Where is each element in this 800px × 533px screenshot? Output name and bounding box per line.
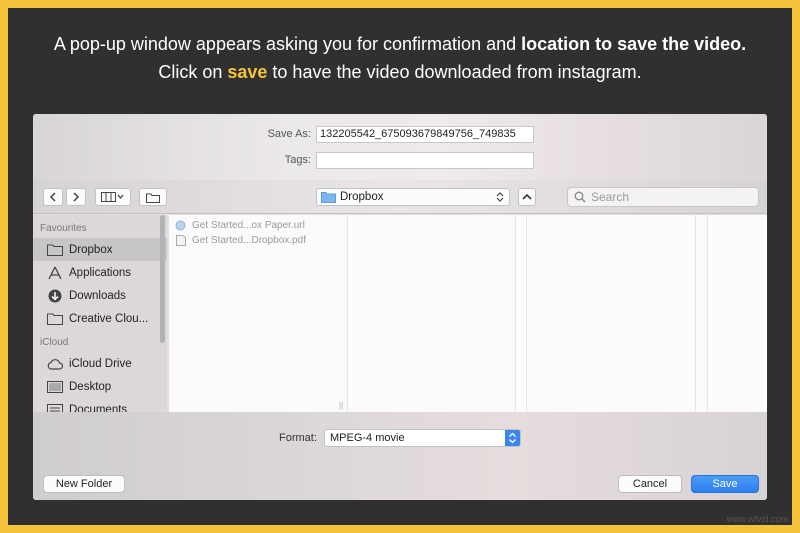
- dialog-toolbar: Dropbox Search: [33, 180, 767, 214]
- sidebar-item-label: iCloud Drive: [69, 357, 132, 370]
- sidebar-section-icloud: iCloud: [40, 337, 69, 348]
- location-select[interactable]: Dropbox: [316, 188, 510, 206]
- caption-highlight-save: save: [227, 62, 268, 82]
- tags-input[interactable]: [316, 152, 534, 169]
- column-divider: [515, 215, 516, 412]
- search-field[interactable]: Search: [567, 187, 759, 207]
- updown-arrows-icon: [509, 432, 516, 444]
- column-divider: [526, 215, 527, 412]
- downloads-icon: [47, 289, 63, 303]
- save-as-input[interactable]: 132205542_675093679849756_749835: [316, 126, 534, 143]
- folder-plus-icon: [146, 193, 160, 203]
- save-as-area: Save As: 132205542_675093679849756_74983…: [33, 114, 767, 180]
- file-item[interactable]: Get Started...Dropbox.pdf: [175, 235, 306, 246]
- sidebar-item-label: Applications: [69, 266, 132, 279]
- collapse-button[interactable]: [518, 188, 536, 206]
- caption-text: Click on: [158, 62, 228, 82]
- cloud-icon: [47, 357, 63, 371]
- search-placeholder: Search: [591, 190, 630, 204]
- file-name: Get Started...Dropbox.pdf: [192, 235, 306, 246]
- format-label: Format:: [279, 432, 317, 444]
- back-button[interactable]: [43, 188, 63, 206]
- sidebar-item-label: Creative Clou...: [69, 312, 149, 325]
- column-divider: [347, 215, 348, 412]
- sidebar-section-favourites: Favourites: [40, 223, 87, 234]
- caption-line-1: A pop-up window appears asking you for c…: [0, 30, 800, 58]
- search-icon: [574, 191, 586, 203]
- caption-line-2: Click on save to have the video download…: [0, 58, 800, 86]
- sidebar-item-label: Documents: [69, 403, 128, 413]
- updown-arrows-icon: [496, 192, 504, 202]
- sidebar-item-label: Dropbox: [69, 243, 113, 256]
- format-select[interactable]: MPEG-4 movie: [324, 429, 521, 447]
- sidebar-item-dropbox[interactable]: Dropbox: [33, 238, 167, 261]
- watermark: www.wfvid.com: [726, 514, 788, 524]
- sidebar-item-icloud-drive[interactable]: iCloud Drive: [33, 352, 167, 375]
- column-divider: [707, 215, 708, 412]
- documents-icon: [47, 403, 63, 412]
- columns-view-icon: [101, 192, 124, 202]
- file-item[interactable]: Get Started...ox Paper.url: [175, 220, 305, 231]
- dialog-footer: Format: MPEG-4 movie New Folder Cancel S…: [33, 412, 767, 500]
- desktop-icon: [47, 380, 63, 394]
- caption-text: A pop-up window appears asking you for c…: [53, 34, 522, 54]
- folder-icon: [47, 243, 63, 257]
- chevron-left-icon: [49, 192, 56, 202]
- location-select-value: Dropbox: [340, 191, 384, 203]
- sidebar-item-documents[interactable]: Documents: [33, 398, 167, 412]
- folder-icon: [321, 192, 336, 203]
- tags-label: Tags:: [284, 154, 311, 166]
- file-name: Get Started...ox Paper.url: [192, 220, 305, 231]
- sidebar: Favourites Dropbox Applications Download…: [33, 215, 167, 412]
- sidebar-scrollbar[interactable]: [160, 215, 165, 343]
- caption-text: to have the video downloaded from instag…: [267, 62, 642, 82]
- chevron-right-icon: [73, 192, 80, 202]
- folder-icon: [47, 312, 63, 326]
- save-button[interactable]: Save: [691, 475, 759, 493]
- sidebar-item-label: Downloads: [69, 289, 126, 302]
- sidebar-item-applications[interactable]: Applications: [33, 261, 167, 284]
- format-select-value: MPEG-4 movie: [330, 432, 405, 444]
- forward-button[interactable]: [66, 188, 86, 206]
- save-dialog: Save As: 132205542_675093679849756_74983…: [33, 114, 767, 500]
- url-file-icon: [175, 220, 186, 231]
- sidebar-item-downloads[interactable]: Downloads: [33, 284, 167, 307]
- save-as-label: Save As:: [267, 128, 311, 140]
- sidebar-item-desktop[interactable]: Desktop: [33, 375, 167, 398]
- format-select-arrow[interactable]: [505, 430, 520, 446]
- sidebar-item-creative-cloud[interactable]: Creative Clou...: [33, 307, 167, 330]
- chevron-up-icon: [522, 193, 532, 200]
- tutorial-caption: A pop-up window appears asking you for c…: [0, 30, 800, 86]
- view-mode-button[interactable]: [95, 188, 131, 206]
- sidebar-item-label: Desktop: [69, 380, 112, 393]
- column-divider: [695, 215, 696, 412]
- column-resize-handle[interactable]: ||: [339, 401, 343, 410]
- new-folder-toolbar-button[interactable]: [139, 188, 167, 206]
- pdf-file-icon: [175, 235, 186, 246]
- new-folder-button[interactable]: New Folder: [43, 475, 125, 493]
- cancel-button[interactable]: Cancel: [618, 475, 682, 493]
- file-browser: || Get Started...ox Paper.url Get Starte…: [169, 215, 767, 412]
- applications-icon: [47, 266, 63, 280]
- caption-bold-text: location to save the video.: [521, 34, 747, 54]
